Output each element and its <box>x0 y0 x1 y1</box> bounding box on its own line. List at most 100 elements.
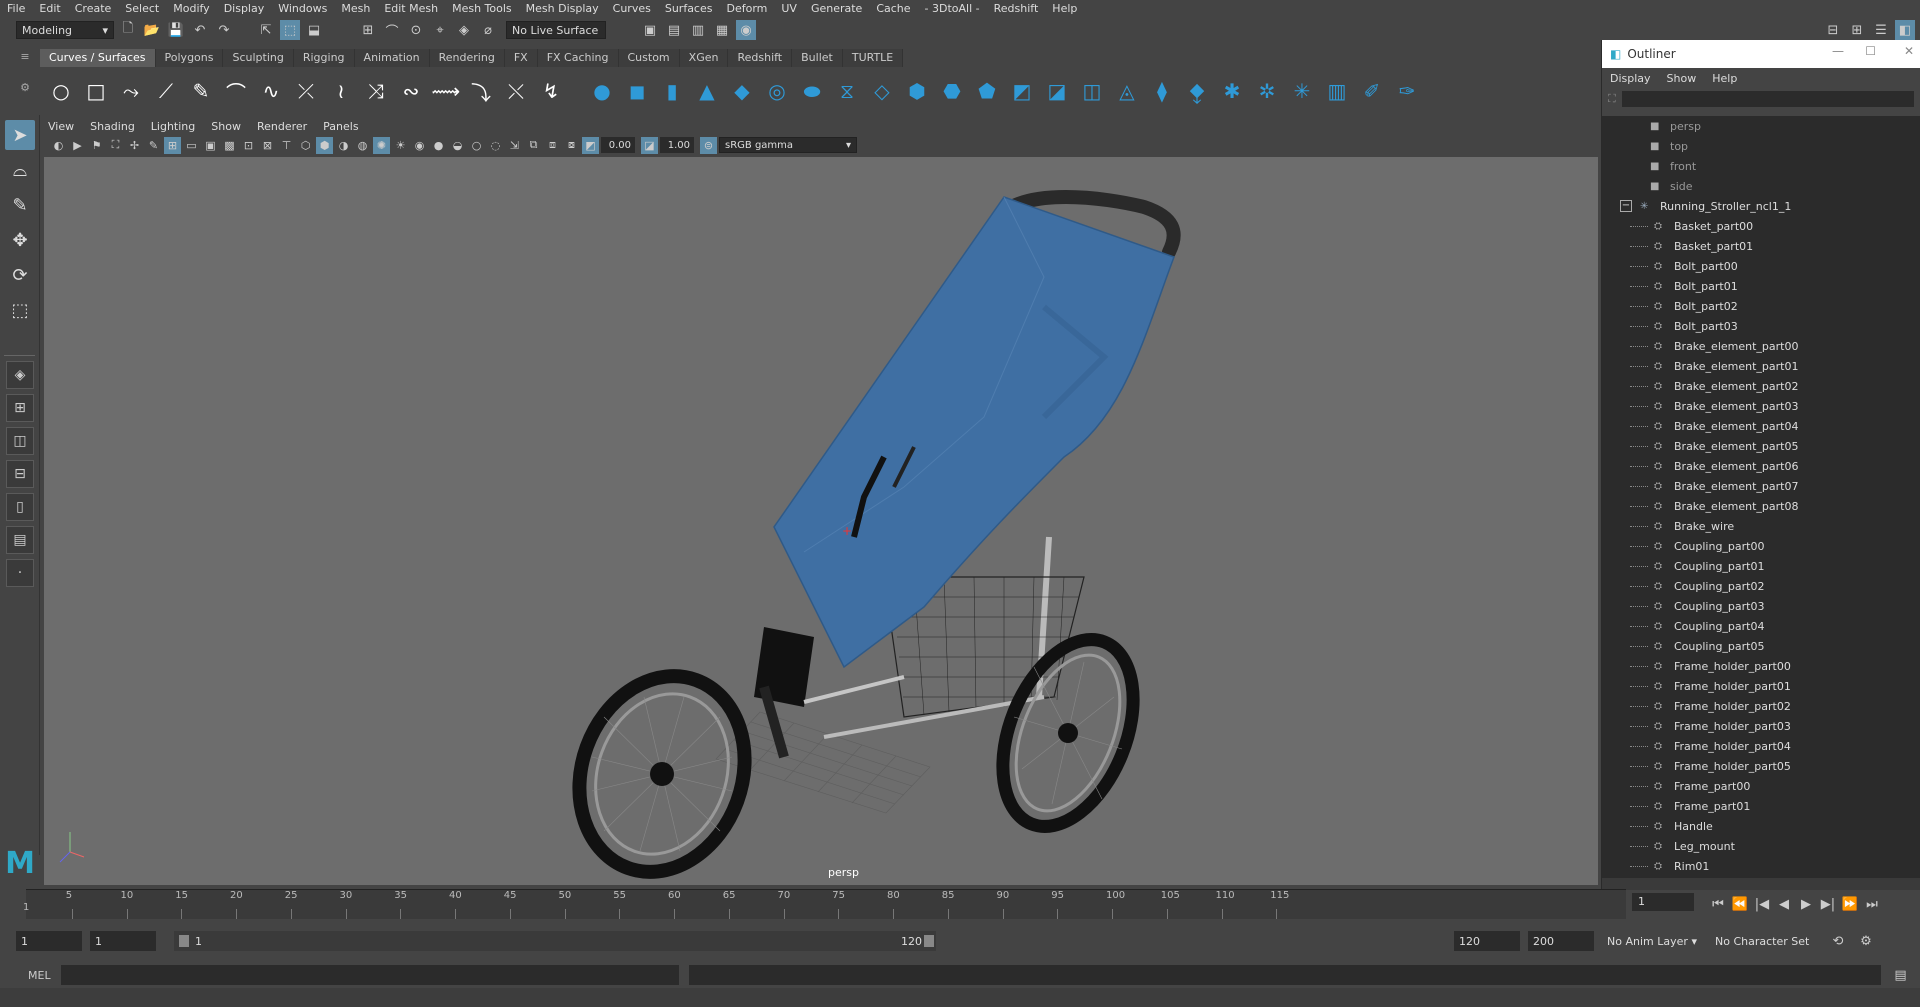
color-management-icon[interactable]: ⊜ <box>700 136 717 154</box>
nurbs-cylinder-icon[interactable]: ▮ <box>659 78 685 104</box>
modeling-toolkit-icon[interactable]: ◧ <box>1895 20 1915 40</box>
go-to-end-icon[interactable]: ⏭ <box>1862 894 1882 914</box>
tab-polygons[interactable]: Polygons <box>155 49 224 67</box>
list-item[interactable]: ⛭ Brake_element_part01 <box>1602 356 1920 376</box>
nurbs-torus-icon[interactable]: ◎ <box>764 78 790 104</box>
nurbs-cone-icon[interactable]: ▲ <box>694 78 720 104</box>
snap-view-icon[interactable]: ◈ <box>454 20 474 40</box>
nurbs-circle-icon[interactable]: ○ <box>48 78 74 104</box>
menu-mesh-tools[interactable]: Mesh Tools <box>445 2 519 15</box>
view-transform-dropdown[interactable]: sRGB gamma ▾ <box>719 137 857 153</box>
exposure-field[interactable]: 0.00 <box>601 137 635 153</box>
safe-title-icon[interactable]: ⊤ <box>278 137 295 154</box>
list-item[interactable]: ⛭ Bolt_part03 <box>1602 316 1920 336</box>
menu-generate[interactable]: Generate <box>804 2 869 15</box>
menu-edit-mesh[interactable]: Edit Mesh <box>377 2 445 15</box>
offset-surface-icon[interactable]: ✳ <box>1289 78 1315 104</box>
extend-surface-icon[interactable]: ✲ <box>1254 78 1280 104</box>
lasso-tool-icon[interactable]: ⌓ <box>5 155 35 185</box>
render-view-icon[interactable]: ▣ <box>640 20 660 40</box>
nurbs-square-icon[interactable]: □ <box>83 78 109 104</box>
hypershade-icon[interactable]: ◉ <box>736 20 756 40</box>
bezier-curve-icon[interactable]: ∿ <box>258 78 284 104</box>
revolve-icon[interactable]: ⬬ <box>799 78 825 104</box>
list-item[interactable]: ⛭ Coupling_part04 <box>1602 616 1920 636</box>
persp-outliner-layout-icon[interactable]: ▯ <box>6 493 34 521</box>
multisample-aa-icon[interactable]: ○ <box>468 137 485 154</box>
list-item[interactable]: ⛭ Frame_holder_part04 <box>1602 736 1920 756</box>
nurbs-sphere-icon[interactable]: ● <box>589 78 615 104</box>
save-scene-icon[interactable]: 💾 <box>166 20 186 40</box>
list-item[interactable]: ■ front <box>1602 156 1920 176</box>
list-item[interactable]: ⛭ Brake_element_part07 <box>1602 476 1920 496</box>
intersect-curve-icon[interactable]: ⤬ <box>503 78 529 104</box>
anim-layer-dropdown[interactable]: No Anim Layer ▾ <box>1602 931 1702 951</box>
go-to-start-icon[interactable]: ⏮ <box>1708 894 1728 914</box>
anim-prefs-icon[interactable]: ⚙ <box>1856 931 1876 951</box>
single-view-layout-icon[interactable]: ◈ <box>6 361 34 389</box>
list-item[interactable]: ⛭ Frame_holder_part03 <box>1602 716 1920 736</box>
screen-space-ao-icon[interactable]: ● <box>430 137 447 154</box>
list-item[interactable]: ⛭ Coupling_part02 <box>1602 576 1920 596</box>
auto-key-icon[interactable]: ⟲ <box>1828 931 1848 951</box>
list-item[interactable]: ⛭ Basket_part00 <box>1602 216 1920 236</box>
smooth-shade-icon[interactable]: ⬢ <box>316 136 333 154</box>
menu-windows[interactable]: Windows <box>271 2 334 15</box>
command-input[interactable] <box>60 965 679 985</box>
outliner-list[interactable]: ■ persp ■ top ■ front ■ side − ✳ Running_Str… <box>1602 116 1920 878</box>
panel-layout-icon[interactable]: ⊞ <box>1847 20 1867 40</box>
snap-grid-icon[interactable]: ⊞ <box>358 20 378 40</box>
menu-deform[interactable]: Deform <box>719 2 774 15</box>
list-item[interactable]: ⛭ Coupling_part05 <box>1602 636 1920 656</box>
snap-point-icon[interactable]: ⊙ <box>406 20 426 40</box>
gate-mask-icon[interactable]: ▩ <box>221 137 238 154</box>
nurbs-cube-icon[interactable]: ◼ <box>624 78 650 104</box>
list-item[interactable]: ⛭ Brake_element_part00 <box>1602 336 1920 356</box>
outliner-menu-help[interactable]: Help <box>1704 72 1745 85</box>
list-item[interactable]: ⛭ Brake_element_part08 <box>1602 496 1920 516</box>
pencil-curve-icon[interactable]: ✎ <box>188 78 214 104</box>
maximize-icon[interactable]: ☐ <box>1865 44 1876 58</box>
menu-mesh-display[interactable]: Mesh Display <box>519 2 606 15</box>
menu-help[interactable]: Help <box>1045 2 1084 15</box>
list-item[interactable]: ⛭ Frame_holder_part02 <box>1602 696 1920 716</box>
insert-isoparm-icon[interactable]: ✱ <box>1219 78 1245 104</box>
new-scene-icon[interactable]: 🗋 <box>118 20 138 40</box>
tab-rendering[interactable]: Rendering <box>429 49 505 67</box>
list-item[interactable]: ⛭ Coupling_part03 <box>1602 596 1920 616</box>
cv-curve-icon[interactable]: ⤳ <box>118 78 144 104</box>
birail-icon[interactable]: ⬣ <box>939 78 965 104</box>
list-item[interactable]: ⛭ Brake_element_part02 <box>1602 376 1920 396</box>
step-back-key-icon[interactable]: ⏪ <box>1730 894 1750 914</box>
exposure-icon[interactable]: ◩ <box>582 136 599 154</box>
list-item[interactable]: ⛭ Brake_element_part05 <box>1602 436 1920 456</box>
textured-icon[interactable]: ◍ <box>354 137 371 154</box>
list-item-group[interactable]: − ✳ Running_Stroller_ncl1_1 <box>1602 196 1920 216</box>
more-layouts-icon[interactable]: · <box>6 559 34 587</box>
ipr-render-icon[interactable]: ▥ <box>688 20 708 40</box>
outliner-search-input[interactable] <box>1621 91 1914 107</box>
playback-start-field[interactable]: 1 <box>90 931 156 951</box>
scene-end-field[interactable]: 200 <box>1528 931 1594 951</box>
resolution-gate-icon[interactable]: ▣ <box>202 137 219 154</box>
list-item[interactable]: ■ persp <box>1602 116 1920 136</box>
extrude-icon[interactable]: ⬢ <box>904 78 930 104</box>
move-tool-icon[interactable]: ✥ <box>5 225 35 255</box>
close-icon[interactable]: ✕ <box>1904 44 1914 58</box>
list-item[interactable]: ⛭ Frame_holder_part05 <box>1602 756 1920 776</box>
viewport-persp[interactable]: + <box>44 157 1598 885</box>
list-item[interactable]: ⛭ Brake_element_part06 <box>1602 456 1920 476</box>
detach-curves-icon[interactable]: ⤨ <box>363 78 389 104</box>
current-frame-field[interactable]: 1 <box>1632 893 1694 911</box>
undo-icon[interactable]: ↶ <box>190 20 210 40</box>
menuset-dropdown[interactable]: Modeling ▾ <box>16 21 114 39</box>
xray-components-icon[interactable]: ⧇ <box>563 137 580 154</box>
menu-redshift[interactable]: Redshift <box>987 2 1046 15</box>
tab-fx[interactable]: FX <box>504 49 538 67</box>
outliner-scrollbar[interactable] <box>1602 878 1920 890</box>
list-item[interactable]: ⛭ Brake_element_part03 <box>1602 396 1920 416</box>
snap-projected-icon[interactable]: ⌖ <box>430 20 450 40</box>
safe-action-icon[interactable]: ⊠ <box>259 137 276 154</box>
tab-redshift[interactable]: Redshift <box>728 49 793 67</box>
rebuild-surface-icon[interactable]: ▥ <box>1324 78 1350 104</box>
